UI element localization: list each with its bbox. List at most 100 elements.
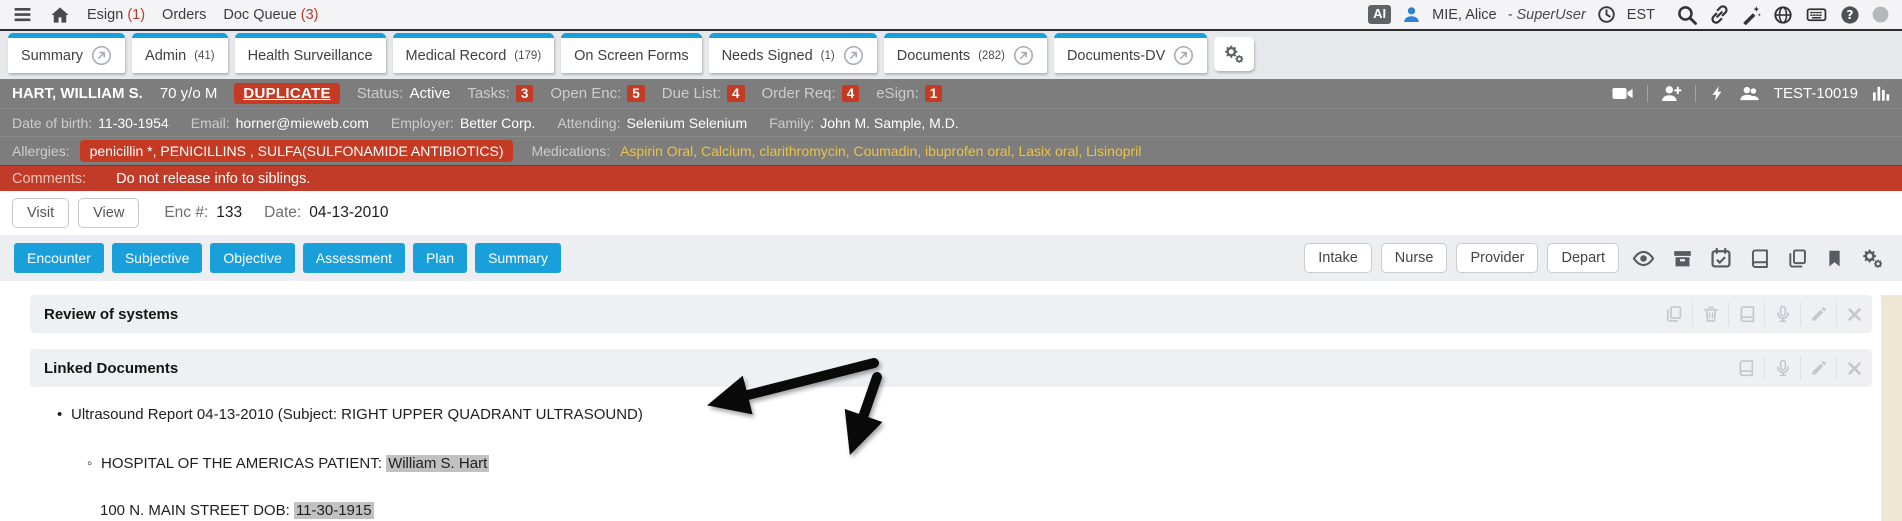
document-detail-line: ◦HOSPITAL OF THE AMERICAS PATIENT: Willi… bbox=[87, 455, 1902, 472]
medications-list[interactable]: Aspirin Oral, Calcium, clarithromycin, C… bbox=[620, 143, 1141, 159]
nav-esign[interactable]: Esign (1) bbox=[87, 7, 145, 23]
tab-needs-signed[interactable]: Needs Signed (1) bbox=[709, 33, 877, 73]
tasks-label: Tasks: bbox=[467, 85, 510, 102]
bolt-icon[interactable] bbox=[1709, 85, 1726, 102]
open-enc-label: Open Enc: bbox=[550, 85, 621, 102]
wand-icon[interactable] bbox=[1741, 4, 1762, 25]
enc-date-value: 04-13-2010 bbox=[309, 204, 388, 222]
nurse-button[interactable]: Nurse bbox=[1381, 243, 1448, 273]
presence-dot-icon bbox=[1871, 5, 1890, 24]
tab-medical-record[interactable]: Medical Record (179) bbox=[393, 33, 555, 73]
close-icon[interactable] bbox=[1836, 302, 1872, 326]
enc-nav-assessment[interactable]: Assessment bbox=[303, 243, 405, 273]
email-value[interactable]: horner@mieweb.com bbox=[236, 115, 369, 131]
microphone-icon[interactable] bbox=[1764, 302, 1800, 326]
document-detail-text: 100 N. MAIN STREET DOB: bbox=[100, 502, 294, 519]
tab-documents[interactable]: Documents (282) bbox=[884, 33, 1047, 73]
tab-settings-gears-icon[interactable] bbox=[1214, 37, 1254, 71]
book-icon[interactable] bbox=[1728, 302, 1764, 326]
family-label: Family: bbox=[769, 115, 814, 131]
esign-count-badge[interactable]: 1 bbox=[925, 85, 943, 102]
clock-icon[interactable] bbox=[1597, 5, 1616, 24]
section-linked-documents[interactable]: Linked Documents bbox=[30, 349, 1872, 387]
help-icon[interactable] bbox=[1840, 5, 1860, 25]
search-icon[interactable] bbox=[1676, 4, 1698, 26]
chart-id[interactable]: TEST-10019 bbox=[1774, 85, 1858, 102]
tab-label: Health Surveillance bbox=[248, 48, 373, 64]
nav-orders[interactable]: Orders bbox=[162, 7, 206, 23]
enc-nav-objective[interactable]: Objective bbox=[210, 243, 294, 273]
note-content: Review of systems Linked Documents •Ultr… bbox=[0, 295, 1902, 521]
chart-bars-icon[interactable] bbox=[1871, 84, 1890, 103]
nav-esign-label: Esign bbox=[87, 7, 123, 23]
keyboard-icon[interactable] bbox=[1804, 4, 1829, 25]
order-req-count-badge[interactable]: 4 bbox=[842, 85, 860, 102]
tab-admin[interactable]: Admin (41) bbox=[132, 33, 228, 73]
enc-nav-summary[interactable]: Summary bbox=[475, 243, 561, 273]
hamburger-menu-icon[interactable] bbox=[12, 4, 33, 25]
copy-icon[interactable] bbox=[1783, 248, 1812, 269]
open-enc-count-badge[interactable]: 5 bbox=[627, 85, 645, 102]
employer-label: Employer: bbox=[391, 115, 454, 131]
book-icon[interactable] bbox=[1745, 248, 1774, 269]
encounter-meta-row: Visit View Enc #: 133 Date: 04-13-2010 bbox=[0, 191, 1902, 235]
microphone-icon[interactable] bbox=[1764, 356, 1800, 380]
copy-icon[interactable] bbox=[1656, 302, 1692, 326]
ai-badge[interactable]: AI bbox=[1368, 5, 1391, 23]
view-button[interactable]: View bbox=[78, 198, 139, 228]
provider-button[interactable]: Provider bbox=[1456, 243, 1538, 273]
popout-icon[interactable] bbox=[1013, 45, 1034, 66]
close-icon[interactable] bbox=[1836, 356, 1872, 380]
pencil-icon[interactable] bbox=[1800, 356, 1836, 380]
tab-summary[interactable]: Summary bbox=[8, 33, 125, 73]
popout-icon[interactable] bbox=[843, 45, 864, 66]
document-title[interactable]: Ultrasound Report 04-13-2010 (Subject: R… bbox=[71, 406, 643, 423]
tab-label: Medical Record bbox=[406, 48, 507, 64]
user-name[interactable]: MIE, Alice bbox=[1432, 7, 1496, 23]
visit-button[interactable]: Visit bbox=[12, 198, 69, 228]
tab-documents-dv[interactable]: Documents-DV bbox=[1054, 33, 1207, 73]
book-icon[interactable] bbox=[1728, 356, 1764, 380]
user-icon[interactable] bbox=[1402, 5, 1421, 24]
allergies-badge[interactable]: penicillin *, PENICILLINS , SULFA(SULFON… bbox=[80, 140, 514, 162]
tab-on-screen-forms[interactable]: On Screen Forms bbox=[561, 33, 701, 73]
trash-icon[interactable] bbox=[1692, 302, 1728, 326]
add-person-icon[interactable] bbox=[1661, 83, 1682, 104]
globe-icon[interactable] bbox=[1773, 5, 1793, 25]
patient-age-sex: 70 y/o M bbox=[160, 85, 218, 102]
tab-label: Documents-DV bbox=[1067, 48, 1165, 64]
popout-icon[interactable] bbox=[1173, 45, 1194, 66]
top-bar: Esign (1) Orders Doc Queue (3) AI MIE, A… bbox=[0, 0, 1902, 31]
archive-icon[interactable] bbox=[1668, 248, 1697, 269]
allergies-label: Allergies: bbox=[12, 143, 70, 159]
due-list-label: Due List: bbox=[662, 85, 721, 102]
eye-icon[interactable] bbox=[1628, 247, 1659, 270]
enc-nav-encounter[interactable]: Encounter bbox=[14, 243, 104, 273]
intake-button[interactable]: Intake bbox=[1304, 243, 1372, 273]
video-camera-icon[interactable] bbox=[1611, 82, 1634, 105]
popout-icon[interactable] bbox=[91, 45, 112, 66]
tab-health-surveillance[interactable]: Health Surveillance bbox=[235, 33, 386, 73]
enc-nav-plan[interactable]: Plan bbox=[413, 243, 467, 273]
duplicate-flag[interactable]: DUPLICATE bbox=[234, 83, 339, 104]
section-review-of-systems[interactable]: Review of systems bbox=[30, 295, 1872, 333]
enc-number-label: Enc #: bbox=[164, 204, 208, 222]
due-list-count-badge[interactable]: 4 bbox=[727, 85, 745, 102]
enc-nav-subjective[interactable]: Subjective bbox=[112, 243, 203, 273]
nav-doc-queue[interactable]: Doc Queue (3) bbox=[223, 7, 318, 23]
chart-tabs-row: Summary Admin (41) Health Surveillance M… bbox=[0, 31, 1902, 79]
patient-summary-row: HART, WILLIAM S. 70 y/o M DUPLICATE Stat… bbox=[0, 79, 1902, 108]
comments-text: Do not release info to siblings. bbox=[116, 171, 310, 187]
people-icon[interactable] bbox=[1739, 83, 1761, 105]
calendar-check-icon[interactable] bbox=[1706, 247, 1736, 269]
dob-value: 11-30-1954 bbox=[98, 115, 169, 131]
gears-icon[interactable] bbox=[1857, 247, 1888, 270]
tasks-count-badge[interactable]: 3 bbox=[516, 85, 534, 102]
bookmark-icon[interactable] bbox=[1821, 249, 1848, 268]
depart-button[interactable]: Depart bbox=[1547, 243, 1619, 273]
link-icon[interactable] bbox=[1709, 4, 1730, 25]
pencil-icon[interactable] bbox=[1800, 302, 1836, 326]
linked-document-item[interactable]: •Ultrasound Report 04-13-2010 (Subject: … bbox=[57, 406, 1902, 423]
home-icon[interactable] bbox=[50, 5, 70, 25]
dob-label: Date of birth: bbox=[12, 115, 92, 131]
